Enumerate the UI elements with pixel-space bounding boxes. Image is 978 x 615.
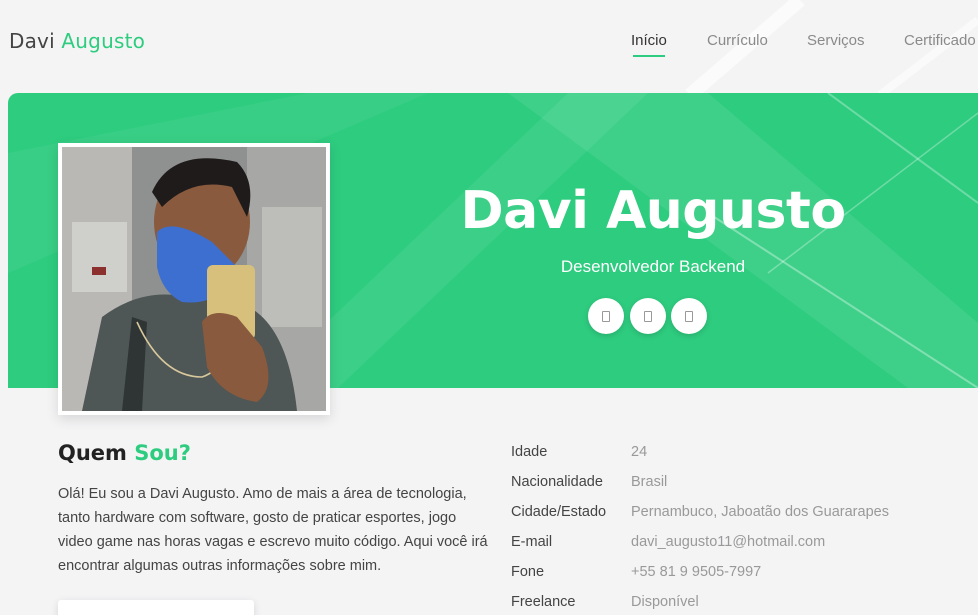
brand-second: Augusto [61, 29, 146, 53]
info-label: Freelance [511, 594, 576, 610]
info-row-cidade: Cidade/Estado Pernambuco, Jaboatão dos G… [511, 501, 971, 531]
about-title-accent: Sou? [134, 441, 191, 465]
nav-inicio[interactable]: Início [631, 32, 667, 57]
social-icon [644, 310, 652, 322]
info-row-fone: Fone +55 81 9 9505-7997 [511, 561, 971, 591]
info-label: Idade [511, 444, 548, 460]
brand-first: Davi [9, 29, 55, 53]
hero-role: Desenvolvedor Backend [560, 257, 746, 276]
brand-logo[interactable]: Davi Augusto [9, 29, 145, 53]
social-link-2[interactable] [630, 298, 666, 334]
nav-certificado[interactable]: Certificado [904, 32, 976, 49]
nav-servicos[interactable]: Serviços [807, 32, 865, 49]
info-value: 24 [631, 444, 648, 460]
nav-curriculo[interactable]: Currículo [707, 32, 768, 49]
social-link-1[interactable] [588, 298, 624, 334]
social-icon [685, 310, 693, 322]
about-text: Olá! Eu sou a Davi Augusto. Amo de mais … [58, 486, 488, 574]
about-title-first: Quem [58, 441, 127, 465]
info-label: Fone [511, 564, 545, 580]
info-label: Cidade/Estado [511, 504, 607, 520]
about-title: Quem Sou? [58, 441, 191, 465]
info-row-nacionalidade: Nacionalidade Brasil [511, 471, 971, 501]
info-value: Pernambuco, Jaboatão dos Guararapes [631, 504, 889, 520]
info-value: Brasil [631, 474, 668, 490]
social-icon [602, 310, 610, 322]
about-action-button[interactable] [58, 600, 254, 615]
info-row-email: E-mail davi_augusto11@hotmail.com [511, 531, 971, 561]
hero-name: Davi Augusto [460, 181, 846, 241]
info-label: E-mail [511, 534, 553, 550]
info-row-idade: Idade 24 [511, 441, 971, 471]
social-link-3[interactable] [671, 298, 707, 334]
site-header: Davi Augusto Início Currículo Serviços C… [0, 0, 978, 88]
info-value: +55 81 9 9505-7997 [631, 564, 762, 580]
personal-info-list: Idade 24 Nacionalidade Brasil Cidade/Est… [511, 441, 971, 615]
info-value: Disponível [631, 594, 699, 610]
info-label: Nacionalidade [511, 474, 603, 490]
info-row-freelance: Freelance Disponível [511, 591, 971, 615]
profile-photo [58, 143, 330, 415]
info-value[interactable]: davi_augusto11@hotmail.com [631, 534, 825, 550]
